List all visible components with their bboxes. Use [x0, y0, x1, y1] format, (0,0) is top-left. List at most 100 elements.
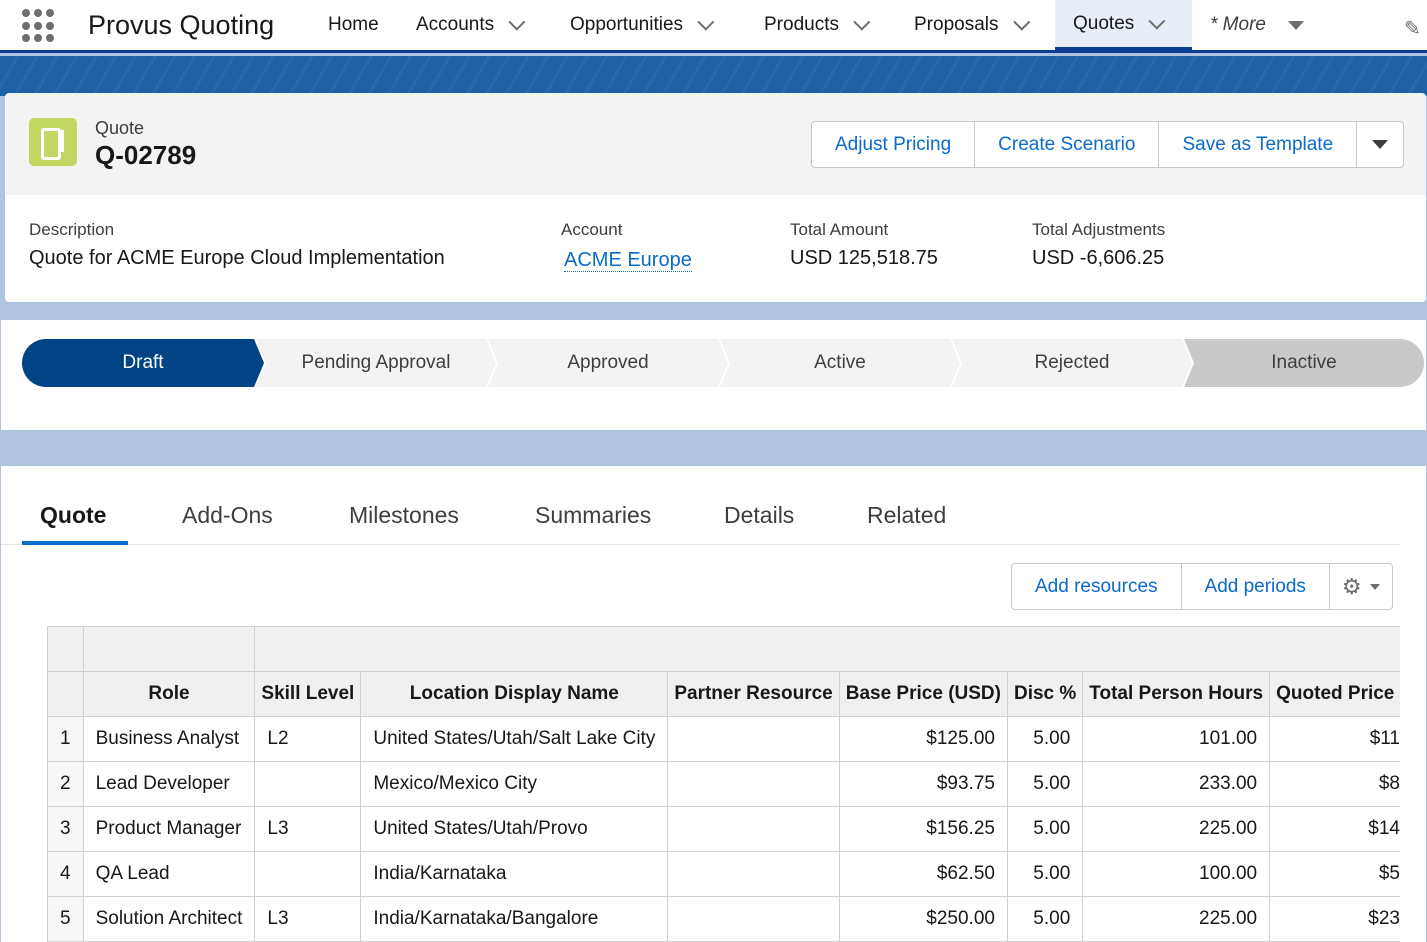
nav-more[interactable]: * More: [1210, 0, 1304, 50]
table-cell[interactable]: Lead Developer: [82, 761, 256, 807]
table-cell[interactable]: United States/Utah/Provo: [360, 806, 669, 852]
table-cell[interactable]: Business Analyst: [82, 716, 256, 762]
table-cell[interactable]: 1: [47, 716, 84, 762]
table-cell[interactable]: India/Karnataka/Bangalore: [360, 896, 669, 942]
table-cell[interactable]: $125.00: [838, 716, 1008, 762]
account-link[interactable]: ACME Europe: [564, 249, 692, 272]
tab-add-ons[interactable]: Add-Ons: [182, 502, 273, 529]
table-cell[interactable]: L3: [254, 806, 362, 852]
caret-down-icon: [1372, 140, 1389, 149]
field-label: Description: [29, 220, 115, 239]
table-cell[interactable]: $23: [1269, 896, 1400, 942]
table-cell[interactable]: [667, 716, 840, 762]
table-cell[interactable]: $5: [1269, 851, 1400, 897]
stage-inactive[interactable]: Inactive: [1184, 339, 1424, 387]
tab-milestones[interactable]: Milestones: [349, 502, 459, 529]
column-header[interactable]: Location Display Name: [360, 671, 669, 717]
description-value: Quote for ACME Europe Cloud Implementati…: [29, 247, 445, 269]
more-actions-button[interactable]: [1357, 122, 1403, 167]
table-cell[interactable]: Solution Architect: [82, 896, 256, 942]
table-cell[interactable]: 225.00: [1082, 806, 1271, 852]
table-cell[interactable]: [667, 851, 840, 897]
table-cell[interactable]: $14: [1269, 806, 1400, 852]
table-cell[interactable]: $11: [1269, 716, 1400, 762]
save-as-template-button[interactable]: Save as Template: [1159, 122, 1358, 167]
table-cell[interactable]: 5.00: [1006, 761, 1084, 807]
table-cell[interactable]: $8: [1269, 761, 1400, 807]
add-resources-button[interactable]: Add resources: [1012, 564, 1182, 609]
tab-details[interactable]: Details: [724, 502, 794, 529]
table-cell[interactable]: 5: [47, 896, 84, 942]
table-cell[interactable]: [254, 761, 362, 807]
table-cell[interactable]: India/Karnataka: [360, 851, 669, 897]
app-launcher-icon[interactable]: [22, 9, 56, 43]
nav-accounts[interactable]: Accounts: [416, 0, 526, 50]
table-cell[interactable]: [667, 761, 840, 807]
table-cell[interactable]: 2: [47, 761, 84, 807]
table-cell[interactable]: 100.00: [1082, 851, 1271, 897]
chevron-down-icon[interactable]: [1012, 13, 1030, 31]
table-cell[interactable]: [667, 806, 840, 852]
column-header[interactable]: Partner Resource: [667, 671, 840, 717]
table-cell[interactable]: $62.50: [838, 851, 1008, 897]
gear-icon: ⚙: [1341, 573, 1362, 599]
table-cell[interactable]: 5.00: [1006, 896, 1084, 942]
column-header[interactable]: Role: [82, 671, 256, 717]
table-cell[interactable]: [254, 851, 362, 897]
nav-proposals[interactable]: Proposals: [914, 0, 1030, 50]
table-cell[interactable]: $156.25: [838, 806, 1008, 852]
column-header[interactable]: Quoted Price (: [1269, 671, 1400, 717]
stage-approved[interactable]: Approved: [488, 339, 728, 387]
edit-nav-pencil-icon[interactable]: ✎: [1404, 16, 1421, 41]
settings-menu-button[interactable]: ⚙: [1330, 564, 1392, 609]
table-cell[interactable]: $93.75: [838, 761, 1008, 807]
table-cell[interactable]: L2: [254, 716, 362, 762]
create-scenario-button[interactable]: Create Scenario: [975, 122, 1160, 167]
group-header-cell: [254, 626, 1400, 672]
adjust-pricing-button[interactable]: Adjust Pricing: [812, 122, 976, 167]
stage-draft[interactable]: Draft: [22, 339, 264, 387]
column-header[interactable]: Skill Level: [254, 671, 362, 717]
chevron-down-icon[interactable]: [697, 13, 715, 31]
table-cell[interactable]: QA Lead: [82, 851, 256, 897]
chevron-down-icon[interactable]: [508, 13, 526, 31]
column-header[interactable]: Base Price (USD): [838, 671, 1008, 717]
stage-active[interactable]: Active: [720, 339, 960, 387]
add-periods-button[interactable]: Add periods: [1182, 564, 1330, 609]
table-cell[interactable]: Mexico/Mexico City: [360, 761, 669, 807]
tab-quote[interactable]: Quote: [40, 502, 106, 529]
table-cell[interactable]: 5.00: [1006, 851, 1084, 897]
nav-opportunities[interactable]: Opportunities: [570, 0, 715, 50]
field-label: Total Amount: [790, 220, 889, 239]
tab-divider: [1, 544, 1400, 545]
table-cell[interactable]: L3: [254, 896, 362, 942]
table-cell[interactable]: 101.00: [1082, 716, 1271, 762]
table-cell[interactable]: 4: [47, 851, 84, 897]
stage-pending-approval[interactable]: Pending Approval: [256, 339, 496, 387]
tab-summaries[interactable]: Summaries: [535, 502, 651, 529]
table-cell[interactable]: 5.00: [1006, 806, 1084, 852]
table-cell[interactable]: 233.00: [1082, 761, 1271, 807]
active-tab-indicator: [22, 541, 128, 545]
nav-quotes[interactable]: Quotes: [1055, 0, 1192, 50]
table-cell[interactable]: United States/Utah/Salt Lake City: [360, 716, 669, 762]
chevron-down-icon[interactable]: [1148, 12, 1166, 30]
chevron-down-icon[interactable]: [853, 13, 871, 31]
column-header[interactable]: Disc %: [1006, 671, 1084, 717]
table-row: 5 Solution Architect L3 India/Karnataka/Ban…: [47, 896, 1400, 942]
stage-rejected[interactable]: Rejected: [952, 339, 1192, 387]
table-cell[interactable]: 225.00: [1082, 896, 1271, 942]
table-cell[interactable]: 3: [47, 806, 84, 852]
column-header[interactable]: Total Person Hours: [1082, 671, 1271, 717]
table-row: 1 Business Analyst L2 United States/Utah/Sa…: [47, 716, 1400, 762]
table-cell[interactable]: 5.00: [1006, 716, 1084, 762]
column-header[interactable]: [47, 671, 84, 717]
tab-related[interactable]: Related: [867, 502, 946, 529]
table-cell[interactable]: $250.00: [838, 896, 1008, 942]
nav-home[interactable]: Home: [328, 0, 379, 50]
nav-products[interactable]: Products: [764, 0, 871, 50]
caret-down-icon: [1369, 583, 1380, 590]
grid-actions: Add resources Add periods ⚙: [1011, 563, 1393, 610]
table-cell[interactable]: Product Manager: [82, 806, 256, 852]
table-cell[interactable]: [667, 896, 840, 942]
